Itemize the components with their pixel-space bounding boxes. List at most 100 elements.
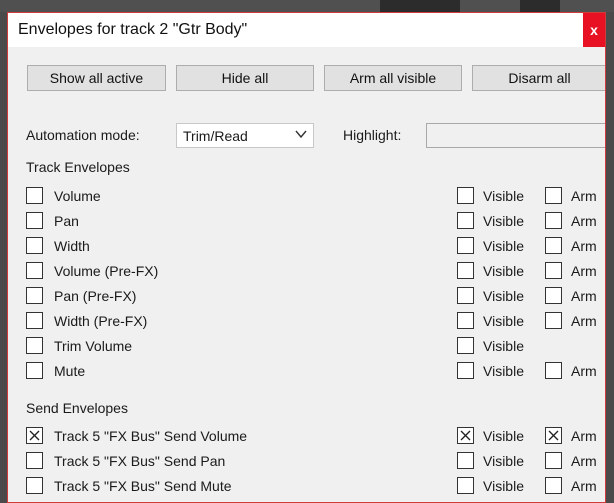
background-app-strip (0, 0, 614, 12)
envelope-row: Pan Visible Arm (8, 212, 605, 232)
envelope-row: Track 5 "FX Bus" Send Pan Visible Arm (8, 452, 605, 472)
arm-label: Arm (571, 478, 597, 494)
envelope-row: Trim Volume Visible (8, 337, 605, 357)
visible-label: Visible (483, 428, 524, 444)
arm-label: Arm (571, 288, 597, 304)
envelope-active-checkbox[interactable] (26, 312, 43, 329)
envelope-label: Volume (Pre-FX) (54, 263, 159, 279)
arm-checkbox[interactable] (545, 287, 562, 304)
visible-checkbox[interactable] (457, 212, 474, 229)
visible-checkbox[interactable] (457, 312, 474, 329)
visible-label: Visible (483, 238, 524, 254)
arm-checkbox[interactable] (545, 452, 562, 469)
visible-label: Visible (483, 478, 524, 494)
envelope-active-checkbox[interactable] (26, 212, 43, 229)
visible-checkbox[interactable] (457, 452, 474, 469)
check-x-icon (460, 430, 471, 441)
arm-checkbox[interactable] (545, 237, 562, 254)
background-segment (520, 0, 560, 12)
envelope-active-checkbox[interactable] (26, 262, 43, 279)
arm-label: Arm (571, 213, 597, 229)
dialog-content: Show all active Hide all Arm all visible… (8, 47, 605, 502)
envelope-row: Track 5 "FX Bus" Send Volume Visible Arm (8, 427, 605, 447)
title-bar[interactable]: Envelopes for track 2 "Gtr Body" x (8, 13, 605, 47)
visible-label: Visible (483, 213, 524, 229)
automation-mode-value: Trim/Read (183, 128, 248, 144)
automation-mode-select[interactable]: Trim/Read (176, 123, 314, 148)
disarm-all-button[interactable]: Disarm all (472, 65, 605, 91)
visible-checkbox[interactable] (457, 337, 474, 354)
envelope-label: Track 5 "FX Bus" Send Pan (54, 453, 226, 469)
visible-checkbox[interactable] (457, 287, 474, 304)
envelope-row: Width (Pre-FX) Visible Arm (8, 312, 605, 332)
arm-label: Arm (571, 263, 597, 279)
envelope-active-checkbox[interactable] (26, 427, 43, 444)
envelope-row: Track 5 "FX Bus" Send Mute Visible Arm (8, 477, 605, 497)
arm-label: Arm (571, 238, 597, 254)
envelope-active-checkbox[interactable] (26, 187, 43, 204)
arm-all-visible-button[interactable]: Arm all visible (324, 65, 462, 91)
envelope-active-checkbox[interactable] (26, 477, 43, 494)
arm-checkbox[interactable] (545, 262, 562, 279)
envelope-row: Width Visible Arm (8, 237, 605, 257)
background-segment (380, 0, 460, 12)
envelope-label: Pan (54, 213, 79, 229)
visible-label: Visible (483, 263, 524, 279)
envelope-label: Width (Pre-FX) (54, 313, 148, 329)
arm-label: Arm (571, 188, 597, 204)
arm-checkbox[interactable] (545, 427, 562, 444)
envelope-label: Volume (54, 188, 101, 204)
visible-label: Visible (483, 363, 524, 379)
chevron-down-icon (295, 130, 307, 139)
envelope-label: Pan (Pre-FX) (54, 288, 137, 304)
envelope-active-checkbox[interactable] (26, 287, 43, 304)
highlight-input[interactable] (426, 123, 605, 148)
arm-label: Arm (571, 453, 597, 469)
visible-checkbox[interactable] (457, 427, 474, 444)
visible-checkbox[interactable] (457, 187, 474, 204)
hide-all-button[interactable]: Hide all (176, 65, 314, 91)
arm-label: Arm (571, 428, 597, 444)
envelope-label: Mute (54, 363, 86, 379)
arm-checkbox[interactable] (545, 362, 562, 379)
envelope-active-checkbox[interactable] (26, 362, 43, 379)
arm-checkbox[interactable] (545, 187, 562, 204)
envelope-row: Mute Visible Arm (8, 362, 605, 382)
visible-label: Visible (483, 313, 524, 329)
envelope-row: Pan (Pre-FX) Visible Arm (8, 287, 605, 307)
close-icon: x (590, 22, 598, 38)
visible-label: Visible (483, 453, 524, 469)
envelope-label: Track 5 "FX Bus" Send Mute (54, 478, 232, 494)
arm-label: Arm (571, 313, 597, 329)
envelope-label: Width (54, 238, 90, 254)
visible-checkbox[interactable] (457, 477, 474, 494)
envelope-active-checkbox[interactable] (26, 337, 43, 354)
envelope-label: Trim Volume (54, 338, 133, 354)
arm-checkbox[interactable] (545, 477, 562, 494)
highlight-label: Highlight: (343, 127, 402, 143)
envelope-row: Volume Visible Arm (8, 187, 605, 207)
arm-checkbox[interactable] (545, 212, 562, 229)
background-right-edge (606, 12, 614, 503)
visible-checkbox[interactable] (457, 262, 474, 279)
visible-checkbox[interactable] (457, 362, 474, 379)
send-envelopes-heading: Send Envelopes (26, 400, 128, 416)
arm-label: Arm (571, 363, 597, 379)
close-button[interactable]: x (583, 13, 605, 47)
envelope-label: Track 5 "FX Bus" Send Volume (54, 428, 248, 444)
envelope-row: Volume (Pre-FX) Visible Arm (8, 262, 605, 282)
visible-label: Visible (483, 288, 524, 304)
visible-label: Visible (483, 188, 524, 204)
check-x-icon (548, 430, 559, 441)
envelopes-dialog: Envelopes for track 2 "Gtr Body" x Show … (7, 12, 606, 503)
window-title: Envelopes for track 2 "Gtr Body" (18, 21, 248, 38)
envelope-active-checkbox[interactable] (26, 452, 43, 469)
automation-mode-label: Automation mode: (26, 127, 140, 143)
visible-label: Visible (483, 338, 524, 354)
background-left-edge (0, 12, 7, 503)
envelope-active-checkbox[interactable] (26, 237, 43, 254)
track-envelopes-heading: Track Envelopes (26, 159, 130, 175)
visible-checkbox[interactable] (457, 237, 474, 254)
show-all-active-button[interactable]: Show all active (27, 65, 166, 91)
arm-checkbox[interactable] (545, 312, 562, 329)
